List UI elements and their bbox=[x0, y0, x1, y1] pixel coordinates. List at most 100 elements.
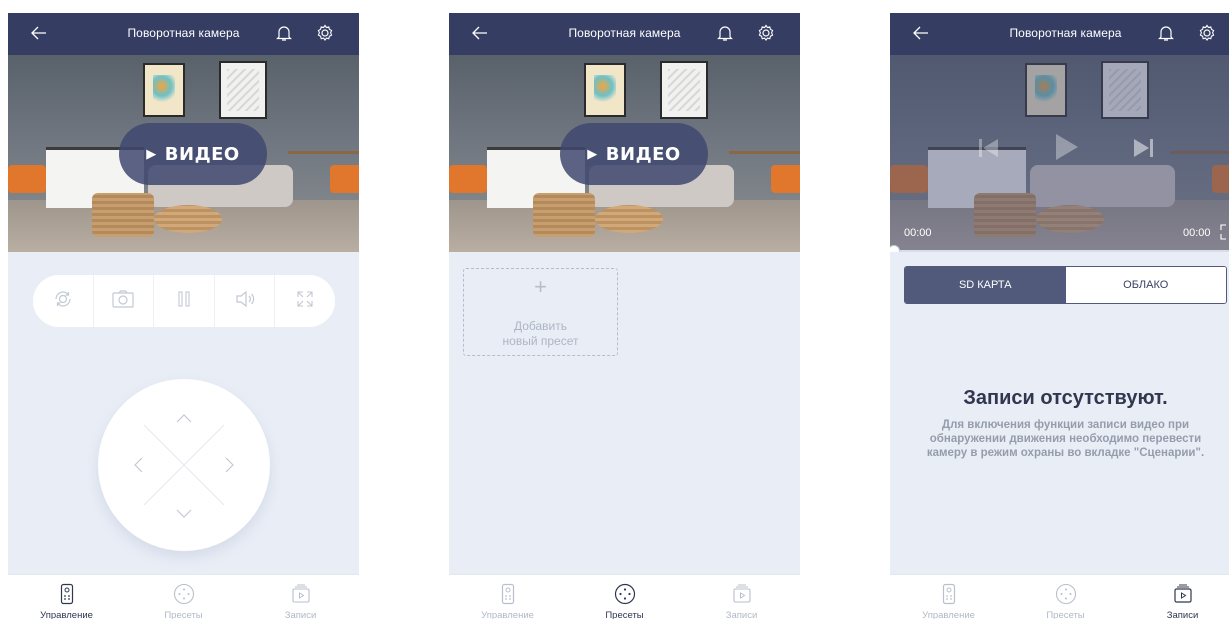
camera-controls bbox=[33, 275, 335, 327]
scene-picture bbox=[219, 61, 267, 119]
scene-chair bbox=[771, 165, 800, 193]
play-icon[interactable] bbox=[1052, 131, 1080, 168]
add-preset-line: новый пресет bbox=[502, 334, 579, 348]
tab-label: Пресеты bbox=[164, 610, 203, 619]
video-button-label: ВИДЕО bbox=[164, 143, 240, 165]
remote-icon bbox=[60, 583, 74, 610]
expand-icon bbox=[295, 289, 315, 314]
app-header: Поворотная камера bbox=[8, 13, 359, 55]
camera-preview[interactable]: ▶ ВИДЕО bbox=[449, 55, 800, 252]
scene-picture bbox=[143, 63, 185, 117]
bottom-tab-bar: Управление Пресеты Записи bbox=[8, 574, 359, 619]
skip-back-icon[interactable] bbox=[976, 135, 1002, 166]
add-preset-button[interactable]: + Добавить новый пресет bbox=[463, 268, 618, 356]
gear-icon[interactable] bbox=[315, 23, 335, 48]
records-icon bbox=[732, 583, 752, 610]
bell-icon[interactable] bbox=[1157, 24, 1175, 47]
scene-basket bbox=[533, 193, 595, 237]
expand-icon[interactable] bbox=[1219, 223, 1229, 246]
play-icon: ▶ bbox=[587, 146, 598, 162]
speaker-icon bbox=[234, 289, 256, 314]
tab-presets[interactable]: Пресеты bbox=[566, 575, 683, 619]
video-button[interactable]: ▶ ВИДЕО bbox=[119, 123, 267, 185]
skip-forward-icon[interactable] bbox=[1130, 135, 1156, 166]
page-title: Поворотная камера bbox=[1009, 26, 1122, 40]
gear-icon[interactable] bbox=[756, 23, 776, 48]
plus-icon: + bbox=[534, 274, 547, 299]
remote-icon bbox=[942, 583, 956, 610]
app-header: Поворотная камера bbox=[449, 13, 800, 55]
presets-dots-icon bbox=[1055, 583, 1077, 610]
add-preset-line: Добавить bbox=[513, 319, 568, 333]
pause-icon bbox=[176, 290, 192, 313]
presets-dots-icon bbox=[614, 583, 636, 610]
scene-table bbox=[729, 151, 800, 154]
tab-presets[interactable]: Пресеты bbox=[125, 575, 242, 619]
gear-icon[interactable] bbox=[1197, 23, 1217, 48]
tab-label: Управление bbox=[481, 610, 534, 619]
scene-chair bbox=[330, 165, 359, 193]
camera-preview[interactable]: ▶ ВИДЕО bbox=[8, 55, 359, 252]
scene-basket bbox=[92, 193, 154, 237]
tab-presets[interactable]: Пресеты bbox=[1007, 575, 1124, 619]
presets-screen: Поворотная камера ▶ ВИДЕО + Добавить нов… bbox=[449, 13, 800, 619]
segment-cloud[interactable]: ОБЛАКО bbox=[1065, 267, 1226, 303]
rotate-camera-button[interactable] bbox=[33, 275, 94, 327]
scene-picture bbox=[584, 63, 626, 117]
chevron-down-icon[interactable] bbox=[174, 507, 194, 525]
rotate-camera-icon bbox=[52, 289, 74, 314]
tab-records[interactable]: Записи bbox=[1124, 575, 1229, 619]
tab-control[interactable]: Управление bbox=[890, 575, 1007, 619]
segment-sd-card[interactable]: SD КАРТА bbox=[905, 267, 1066, 303]
scene-chair bbox=[449, 165, 487, 193]
page-title: Поворотная камера bbox=[568, 26, 681, 40]
chevron-right-icon[interactable] bbox=[224, 455, 236, 480]
tab-label: Записи bbox=[1166, 610, 1199, 619]
play-icon: ▶ bbox=[146, 146, 157, 162]
storage-selector: SD КАРТА ОБЛАКО bbox=[904, 266, 1227, 304]
pause-button[interactable] bbox=[154, 275, 215, 327]
video-button[interactable]: ▶ ВИДЕО bbox=[560, 123, 708, 185]
tab-label: Записи bbox=[725, 610, 758, 619]
scene-pouf bbox=[154, 205, 222, 233]
tab-control[interactable]: Управление bbox=[449, 575, 566, 619]
scene-picture bbox=[660, 61, 708, 119]
fullscreen-button[interactable] bbox=[275, 275, 335, 327]
bell-icon[interactable] bbox=[275, 24, 293, 47]
progress-handle[interactable] bbox=[890, 245, 900, 252]
progress-bar[interactable] bbox=[890, 250, 1229, 252]
records-screen: Поворотная камера 00:00 00:00 SD КАРТА О… bbox=[890, 13, 1229, 619]
sound-button[interactable] bbox=[215, 275, 276, 327]
add-preset-label: Добавить новый пресет bbox=[464, 319, 617, 349]
tab-label: Пресеты bbox=[1046, 610, 1085, 619]
time-total: 00:00 bbox=[1183, 227, 1211, 239]
empty-state-description: Для включения функции записи видео при о… bbox=[926, 419, 1205, 459]
records-icon bbox=[291, 583, 311, 610]
bell-icon[interactable] bbox=[716, 24, 734, 47]
chevron-up-icon[interactable] bbox=[174, 411, 194, 429]
control-screen: Поворотная камера ▶ ВИДЕО Управление Пре… bbox=[8, 13, 359, 619]
recording-player[interactable]: 00:00 00:00 bbox=[890, 55, 1229, 252]
tab-label: Записи bbox=[284, 610, 317, 619]
tab-label: Управление bbox=[40, 610, 93, 619]
video-button-label: ВИДЕО bbox=[605, 143, 681, 165]
remote-icon bbox=[501, 583, 515, 610]
tab-records[interactable]: Записи bbox=[683, 575, 800, 619]
records-icon bbox=[1173, 583, 1193, 610]
presets-dots-icon bbox=[173, 583, 195, 610]
app-header: Поворотная камера bbox=[890, 13, 1229, 55]
tab-records[interactable]: Записи bbox=[242, 575, 359, 619]
bottom-tab-bar: Управление Пресеты Записи bbox=[449, 574, 800, 619]
snapshot-button[interactable] bbox=[94, 275, 155, 327]
empty-state-title: Записи отсутствуют. bbox=[963, 387, 1168, 409]
bottom-tab-bar: Управление Пресеты Записи bbox=[890, 574, 1229, 619]
scene-table bbox=[288, 151, 359, 154]
chevron-left-icon[interactable] bbox=[132, 455, 144, 480]
tab-control[interactable]: Управление bbox=[8, 575, 125, 619]
scene-chair bbox=[8, 165, 46, 193]
scene-pouf bbox=[595, 205, 663, 233]
camera-icon bbox=[111, 289, 135, 314]
page-title: Поворотная камера bbox=[127, 26, 240, 40]
ptz-joystick[interactable] bbox=[98, 379, 270, 551]
time-current: 00:00 bbox=[904, 227, 932, 239]
